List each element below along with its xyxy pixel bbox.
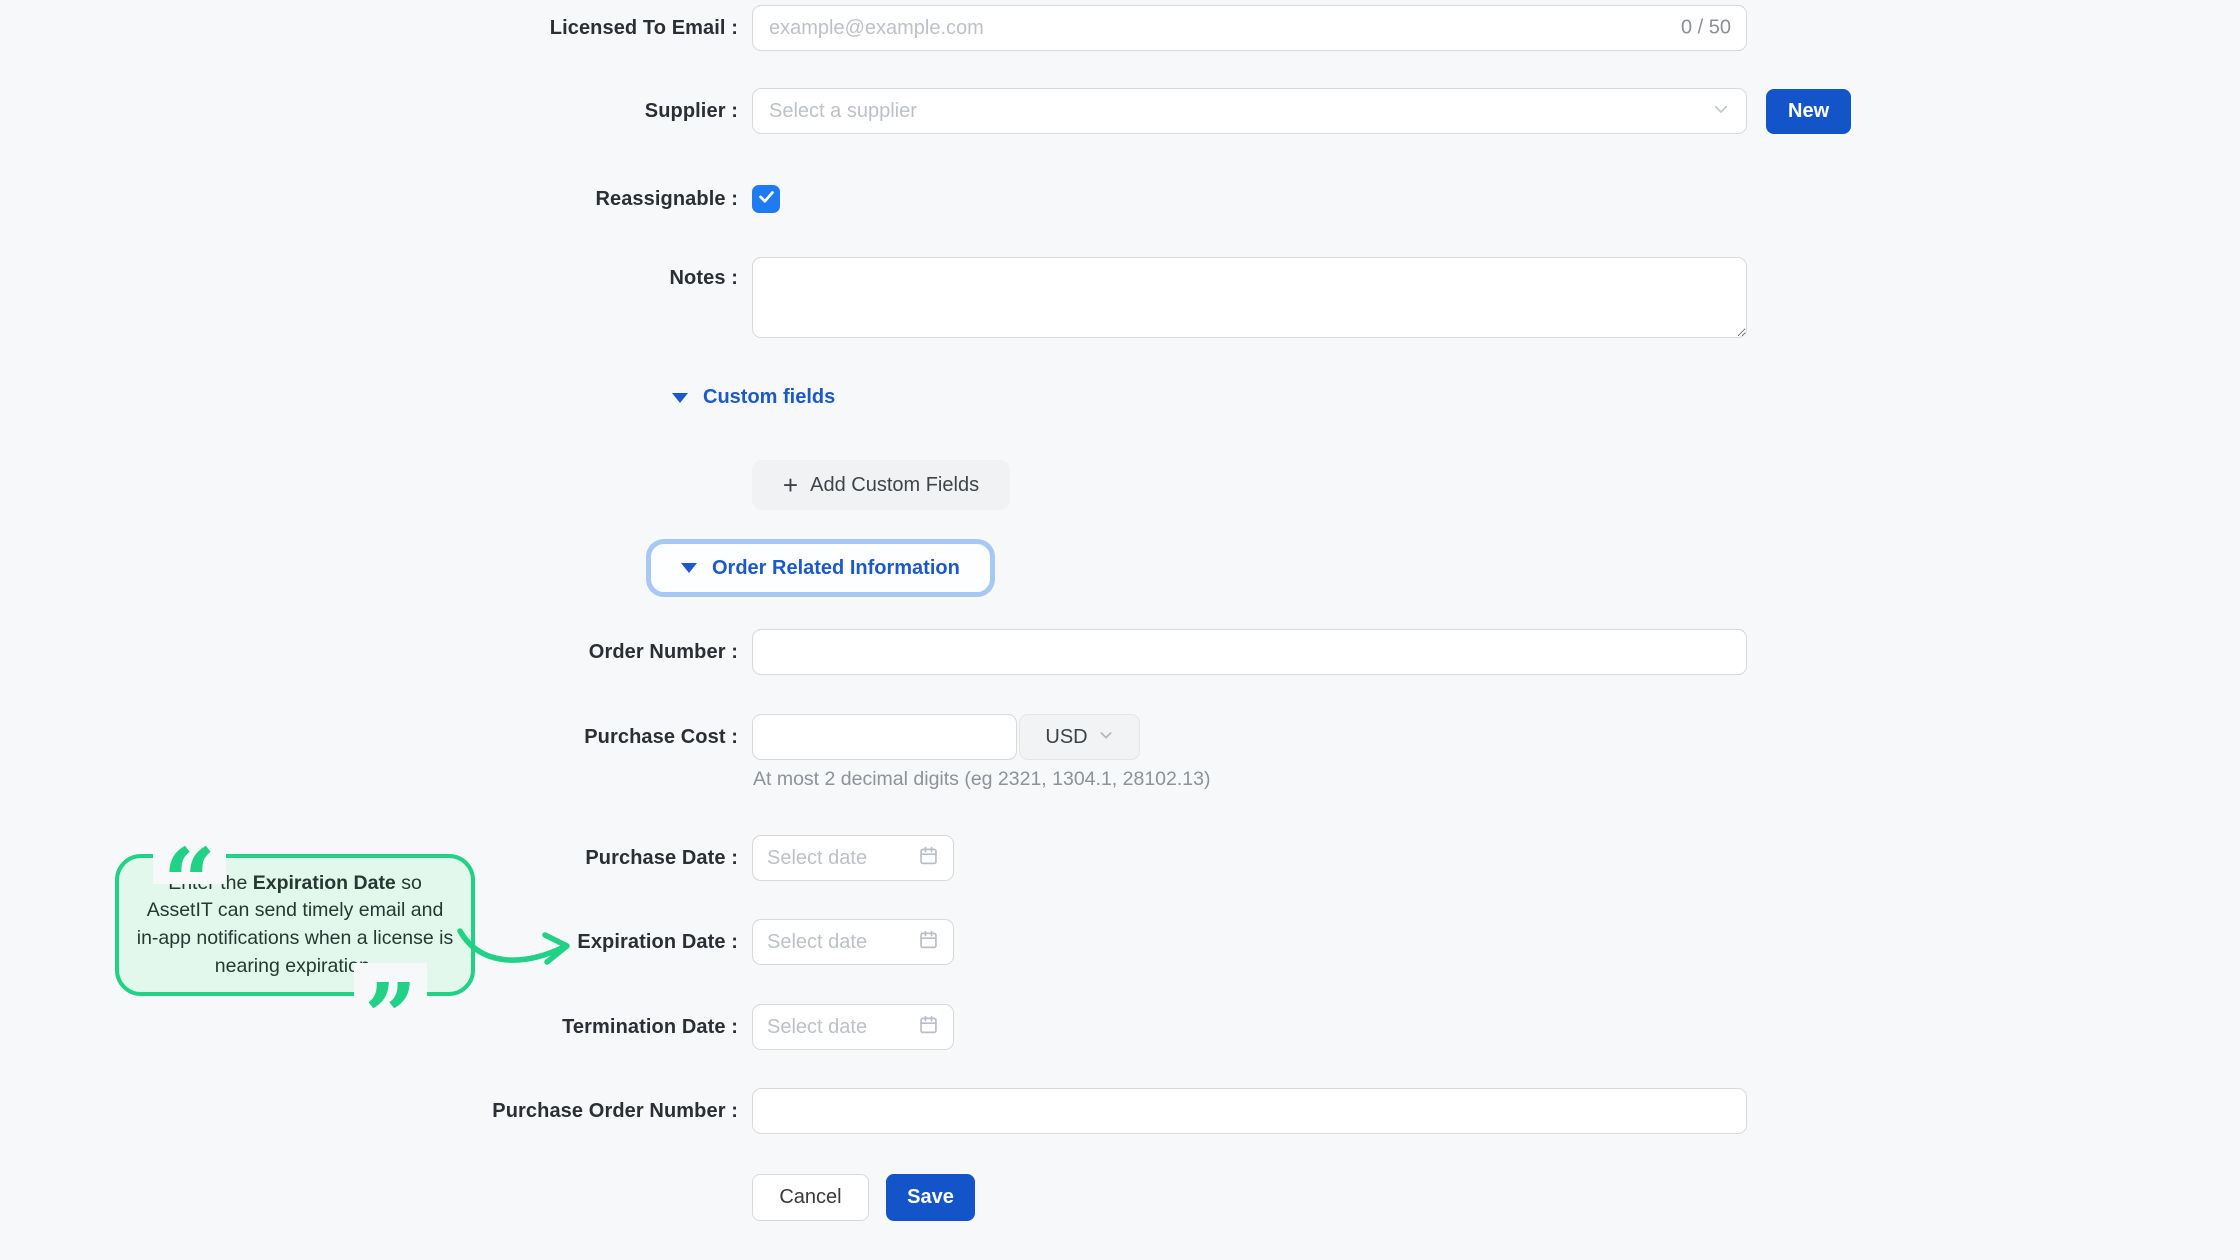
save-button[interactable]: Save [886,1174,975,1221]
supplier-label: Supplier : [0,100,738,123]
licensed-to-email-label: Licensed To Email : [0,17,738,40]
calendar-icon [918,929,939,955]
purchase-order-number-label: Purchase Order Number : [0,1100,738,1123]
licensed-to-email-row: Licensed To Email : 0 / 50 [0,5,2240,51]
notes-textarea[interactable] [752,257,1747,338]
order-related-information-label: Order Related Information [712,557,960,580]
chevron-down-icon [1098,726,1114,749]
reassignable-row: Reassignable : [0,176,2240,222]
purchase-cost-label: Purchase Cost : [0,726,738,749]
purchase-date-picker[interactable]: Select date [752,835,954,881]
char-counter: 0 / 50 [1681,17,1731,40]
order-number-row: Order Number : [0,629,2240,675]
purchase-cost-helper-text: At most 2 decimal digits (eg 2321, 1304.… [753,768,1210,791]
add-custom-fields-label: Add Custom Fields [810,474,979,497]
purchase-order-number-row: Purchase Order Number : [0,1088,2240,1134]
checkmark-icon [757,187,776,211]
caret-down-icon [681,563,697,573]
callout-arrow-icon [452,905,587,977]
currency-select[interactable]: USD [1019,714,1140,760]
purchase-order-number-input[interactable] [752,1088,1747,1134]
notes-label: Notes : [0,257,738,290]
caret-down-icon [672,393,688,403]
licensed-to-email-input[interactable] [752,5,1747,51]
add-custom-fields-button[interactable]: + Add Custom Fields [752,460,1010,510]
notes-row: Notes : [0,257,2240,338]
chevron-down-icon [1712,100,1730,123]
license-form-page: Licensed To Email : 0 / 50 Supplier : Se… [0,0,2240,1260]
purchase-date-placeholder: Select date [767,847,867,870]
custom-fields-toggle-label: Custom fields [703,386,835,409]
order-related-information-toggle[interactable]: Order Related Information [646,539,995,597]
expiration-tip-callout: “ Enter the Expiration Date so AssetIT c… [115,854,475,996]
termination-date-picker[interactable]: Select date [752,1004,954,1050]
currency-value: USD [1045,726,1087,749]
supplier-select-placeholder: Select a supplier [769,100,917,123]
new-supplier-button[interactable]: New [1766,89,1851,134]
purchase-cost-row: Purchase Cost : USD [0,714,2240,760]
calendar-icon [918,845,939,871]
custom-fields-toggle[interactable]: Custom fields [672,386,835,409]
reassignable-label: Reassignable : [0,188,738,211]
closing-quote-icon: ” [354,963,427,1019]
cancel-button[interactable]: Cancel [752,1174,869,1221]
reassignable-checkbox[interactable] [752,185,780,213]
supplier-select[interactable]: Select a supplier [752,88,1747,134]
calendar-icon [918,1014,939,1040]
opening-quote-icon: “ [153,828,226,884]
form-actions: Cancel Save [752,1174,975,1221]
expiration-date-picker[interactable]: Select date [752,919,954,965]
order-number-label: Order Number : [0,641,738,664]
plus-icon: + [783,472,798,498]
expiration-date-placeholder: Select date [767,931,867,954]
supplier-row: Supplier : Select a supplier New [0,88,2240,134]
purchase-cost-input[interactable] [752,714,1017,760]
termination-date-row: Termination Date : Select date [0,1004,2240,1050]
termination-date-placeholder: Select date [767,1016,867,1039]
order-number-input[interactable] [752,629,1747,675]
